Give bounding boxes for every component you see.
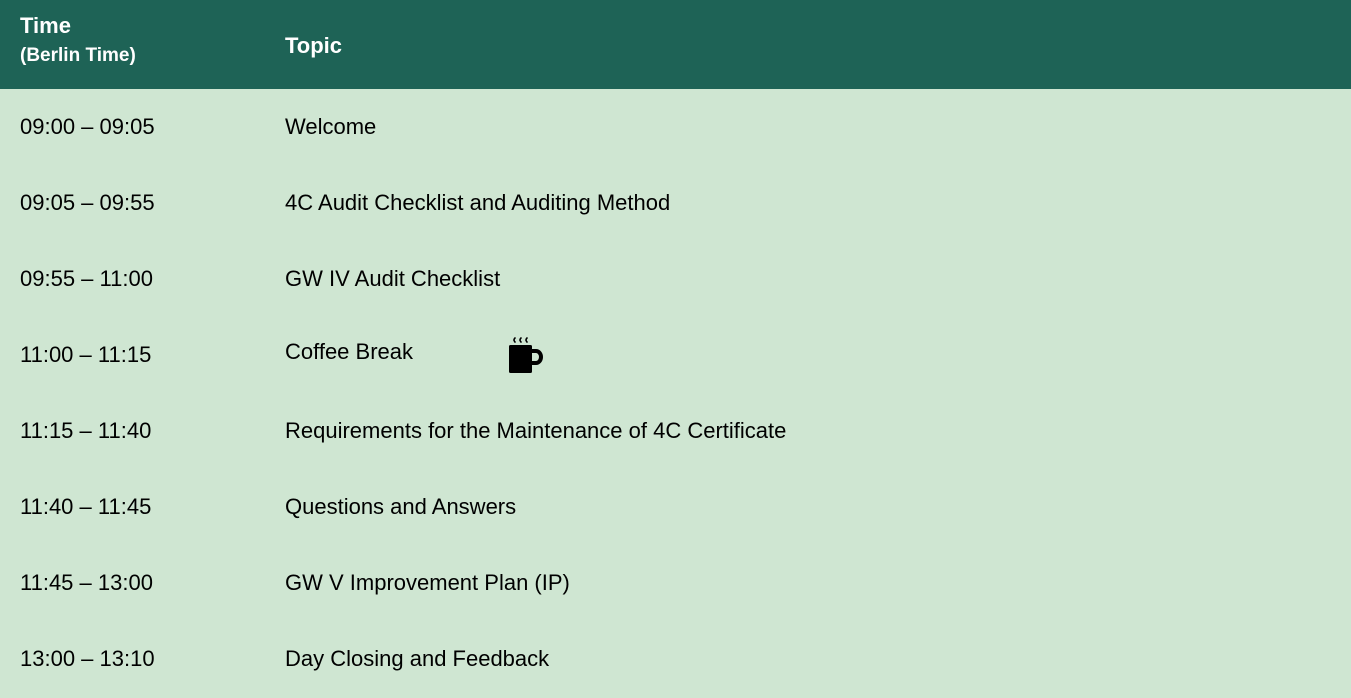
agenda-row: 09:05 – 09:55 4C Audit Checklist and Aud… bbox=[0, 165, 1351, 241]
agenda-row: 09:55 – 11:00 GW IV Audit Checklist bbox=[0, 241, 1351, 317]
row-time: 11:00 – 11:15 bbox=[20, 342, 152, 367]
row-time: 09:00 – 09:05 bbox=[20, 114, 155, 139]
header-topic-label: Topic bbox=[285, 33, 343, 58]
row-time: 11:40 – 11:45 bbox=[20, 494, 152, 519]
agenda-row: 09:00 – 09:05 Welcome bbox=[0, 89, 1351, 165]
agenda-row: 13:00 – 13:10 Day Closing and Feedback bbox=[0, 621, 1351, 697]
header-time-label: Time bbox=[20, 13, 71, 38]
row-time: 11:45 – 13:00 bbox=[20, 570, 153, 595]
agenda-row: 11:45 – 13:00 GW V Improvement Plan (IP) bbox=[0, 545, 1351, 621]
agenda-header: Time (Berlin Time) Topic bbox=[0, 0, 1351, 89]
row-time: 09:05 – 09:55 bbox=[20, 190, 155, 215]
row-topic: Welcome bbox=[285, 114, 377, 139]
header-time-sublabel: (Berlin Time) bbox=[20, 45, 136, 66]
agenda-row: 11:15 – 11:40 Requirements for the Maint… bbox=[0, 393, 1351, 469]
agenda-row: 11:40 – 11:45 Questions and Answers bbox=[0, 469, 1351, 545]
agenda-table: Time (Berlin Time) Topic 09:00 – 09:05 W… bbox=[0, 0, 1351, 698]
agenda-row: 11:00 – 11:15 Coffee Break bbox=[0, 317, 1351, 393]
row-topic: Requirements for the Maintenance of 4C C… bbox=[285, 418, 787, 443]
row-topic: Questions and Answers bbox=[285, 494, 517, 519]
row-time: 13:00 – 13:10 bbox=[20, 646, 155, 671]
row-time: 11:15 – 11:40 bbox=[20, 418, 152, 443]
row-topic: 4C Audit Checklist and Auditing Method bbox=[285, 190, 671, 215]
row-topic: GW IV Audit Checklist bbox=[285, 266, 501, 291]
row-topic: GW V Improvement Plan (IP) bbox=[285, 570, 570, 595]
row-topic: Coffee Break bbox=[285, 339, 414, 364]
row-time: 09:55 – 11:00 bbox=[20, 266, 153, 291]
row-topic: Day Closing and Feedback bbox=[285, 646, 550, 671]
coffee-cup-icon bbox=[509, 337, 543, 373]
